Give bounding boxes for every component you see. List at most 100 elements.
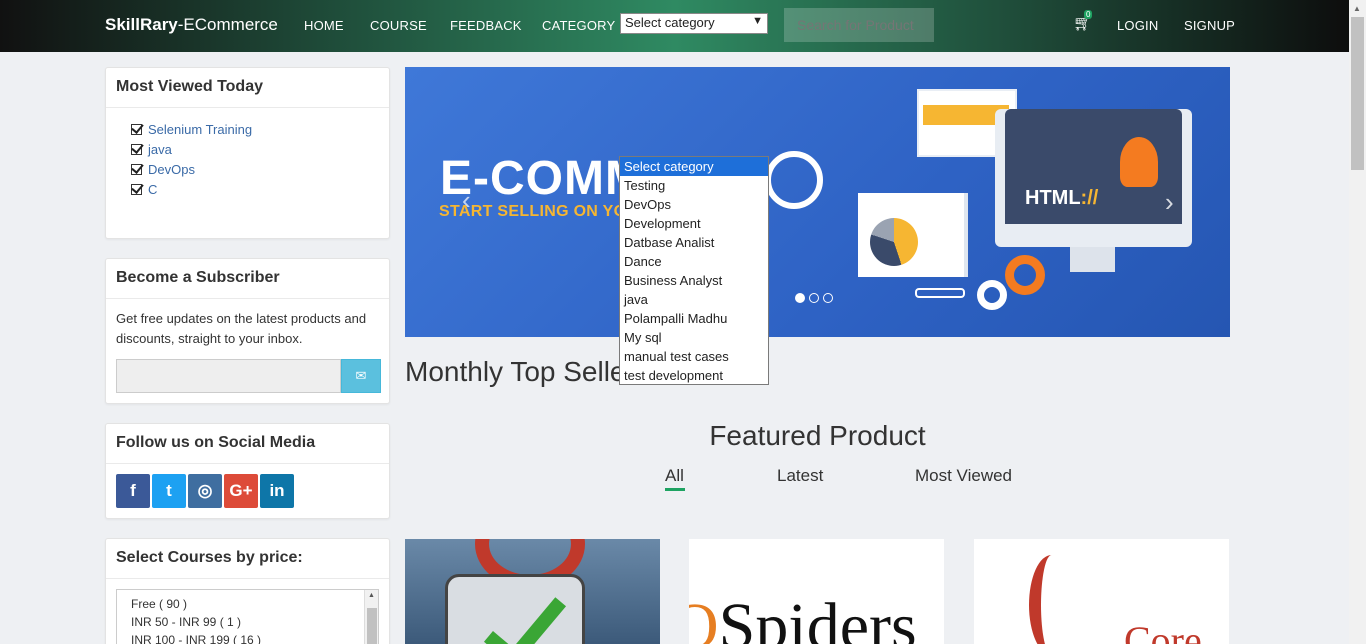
monitor-stand: [1070, 247, 1115, 272]
carousel-indicators: [795, 290, 837, 308]
brand-bold: SkillRary: [105, 15, 178, 34]
cart-count-badge: 0: [1084, 10, 1093, 19]
social-panel: Follow us on Social Media f t ◎ G+ in: [105, 423, 390, 519]
dropdown-option[interactable]: Polampalli Madhu: [620, 309, 768, 328]
core-label: Core: [1124, 618, 1202, 644]
scrollbar-thumb[interactable]: [1351, 17, 1364, 170]
lightbulb-icon: [1120, 137, 1158, 187]
dropdown-option[interactable]: java: [620, 290, 768, 309]
price-option[interactable]: INR 50 - INR 99 ( 1 ): [131, 615, 378, 633]
html-label: HTML://: [1025, 187, 1098, 210]
dropdown-option[interactable]: My sql: [620, 328, 768, 347]
list-item-label[interactable]: java: [148, 142, 172, 157]
gear-icon: [977, 280, 1007, 310]
magnifier-illustration: [765, 151, 823, 209]
dropdown-option[interactable]: test development: [620, 366, 768, 385]
html-label-suffix: ://: [1080, 187, 1099, 209]
html-label-text: HTML: [1025, 187, 1081, 209]
price-options: Free ( 90 ) INR 50 - INR 99 ( 1 ) INR 10…: [117, 590, 378, 644]
subscriber-text: Get free updates on the latest products …: [116, 311, 367, 346]
product-card[interactable]: Core: [974, 539, 1229, 644]
email-field[interactable]: [116, 359, 341, 393]
price-panel: Select Courses by price: Free ( 90 ) INR…: [105, 538, 390, 644]
dropdown-option[interactable]: Datbase Analist: [620, 233, 768, 252]
list-item-label[interactable]: C: [148, 182, 157, 197]
list-item[interactable]: DevOps: [131, 162, 389, 179]
subscriber-panel: Become a Subscriber Get free updates on …: [105, 258, 390, 404]
gear-icon: [1005, 255, 1045, 295]
tab-most-viewed[interactable]: Most Viewed: [915, 466, 1012, 486]
signup-link[interactable]: SIGNUP: [1184, 18, 1235, 33]
most-viewed-list: Selenium Training java DevOps C: [106, 108, 389, 199]
dropdown-option[interactable]: Testing: [620, 176, 768, 195]
key-icon: [915, 288, 965, 298]
pie-chart-icon: [870, 218, 918, 266]
checkbox-icon: [131, 184, 142, 195]
hero-carousel: E-COMM START SELLING ON YO HTML:// ‹ ›: [405, 67, 1230, 337]
most-viewed-title: Most Viewed Today: [106, 68, 389, 108]
search-input[interactable]: [784, 8, 934, 42]
list-item[interactable]: Selenium Training: [131, 122, 389, 139]
category-dropdown-list[interactable]: Select category Testing DevOps Developme…: [619, 156, 769, 385]
monthly-top-heading: Monthly Top Selle: [405, 356, 626, 387]
page-scrollbar[interactable]: ▲: [1349, 0, 1366, 644]
price-scrollbar-thumb[interactable]: [367, 608, 377, 644]
list-item[interactable]: C: [131, 182, 389, 199]
price-listbox[interactable]: Free ( 90 ) INR 50 - INR 99 ( 1 ) INR 10…: [116, 589, 379, 644]
list-item-label[interactable]: Selenium Training: [148, 122, 252, 137]
checkbox-icon: [131, 144, 142, 155]
most-viewed-panel: Most Viewed Today Selenium Training java…: [105, 67, 390, 239]
list-item[interactable]: java: [131, 142, 389, 159]
brand-logo[interactable]: SkillRary-ECommerce: [105, 15, 278, 35]
carousel-dot[interactable]: [809, 293, 819, 303]
product-card[interactable]: [405, 539, 660, 644]
google-plus-icon[interactable]: G+: [224, 474, 258, 508]
nav-course[interactable]: COURSE: [370, 18, 427, 33]
tab-latest[interactable]: Latest: [777, 466, 823, 486]
carousel-dot[interactable]: [823, 293, 833, 303]
product-card[interactable]: QSpiders: [689, 539, 944, 644]
logo-q: Q: [689, 590, 719, 644]
tab-all[interactable]: All: [665, 466, 684, 486]
monitor-illustration: HTML://: [995, 109, 1192, 272]
scroll-up-icon[interactable]: ▲: [368, 592, 375, 599]
price-option[interactable]: Free ( 90 ): [131, 597, 378, 615]
brand-rest: -ECommerce: [177, 15, 278, 34]
subscribe-button[interactable]: ✉: [341, 359, 381, 393]
social-icons: f t ◎ G+ in: [106, 464, 389, 518]
chevron-down-icon: ▼: [752, 15, 763, 27]
carousel-dot[interactable]: [795, 293, 805, 303]
dropdown-option[interactable]: Select category: [620, 157, 768, 176]
instagram-icon[interactable]: ◎: [188, 474, 222, 508]
category-select-value: Select category: [625, 15, 715, 30]
dropdown-option[interactable]: Dance: [620, 252, 768, 271]
price-option[interactable]: INR 100 - INR 199 ( 16 ): [131, 633, 378, 644]
dropdown-option[interactable]: Development: [620, 214, 768, 233]
login-link[interactable]: LOGIN: [1117, 18, 1158, 33]
subscribe-form: ✉: [116, 359, 381, 393]
twitter-icon[interactable]: t: [152, 474, 186, 508]
checkbox-icon: [131, 124, 142, 135]
linkedin-icon[interactable]: in: [260, 474, 294, 508]
dropdown-option[interactable]: DevOps: [620, 195, 768, 214]
dropdown-option[interactable]: manual test cases: [620, 347, 768, 366]
subscriber-title: Become a Subscriber: [106, 259, 389, 299]
social-title: Follow us on Social Media: [106, 424, 389, 464]
carousel-prev-icon[interactable]: ‹: [462, 185, 471, 216]
featured-heading: Featured Product: [709, 420, 926, 451]
nav-category[interactable]: CATEGORY: [542, 18, 615, 33]
list-item-label[interactable]: DevOps: [148, 162, 195, 177]
java-flame-icon: [1029, 555, 1074, 644]
carousel-next-icon[interactable]: ›: [1165, 187, 1174, 218]
nav-home[interactable]: HOME: [304, 18, 344, 33]
top-navbar: SkillRary-ECommerce HOME COURSE FEEDBACK…: [0, 0, 1349, 52]
dropdown-option[interactable]: Business Analyst: [620, 271, 768, 290]
qspiders-logo: QSpiders: [689, 589, 917, 644]
category-select[interactable]: Select category ▼: [620, 13, 768, 34]
nav-feedback[interactable]: FEEDBACK: [450, 18, 522, 33]
envelope-icon: ✉: [355, 368, 367, 383]
logo-rest: Spiders: [718, 590, 917, 644]
scroll-up-icon[interactable]: ▲: [1353, 4, 1361, 13]
facebook-icon[interactable]: f: [116, 474, 150, 508]
price-scrollbar[interactable]: ▲: [364, 590, 378, 644]
